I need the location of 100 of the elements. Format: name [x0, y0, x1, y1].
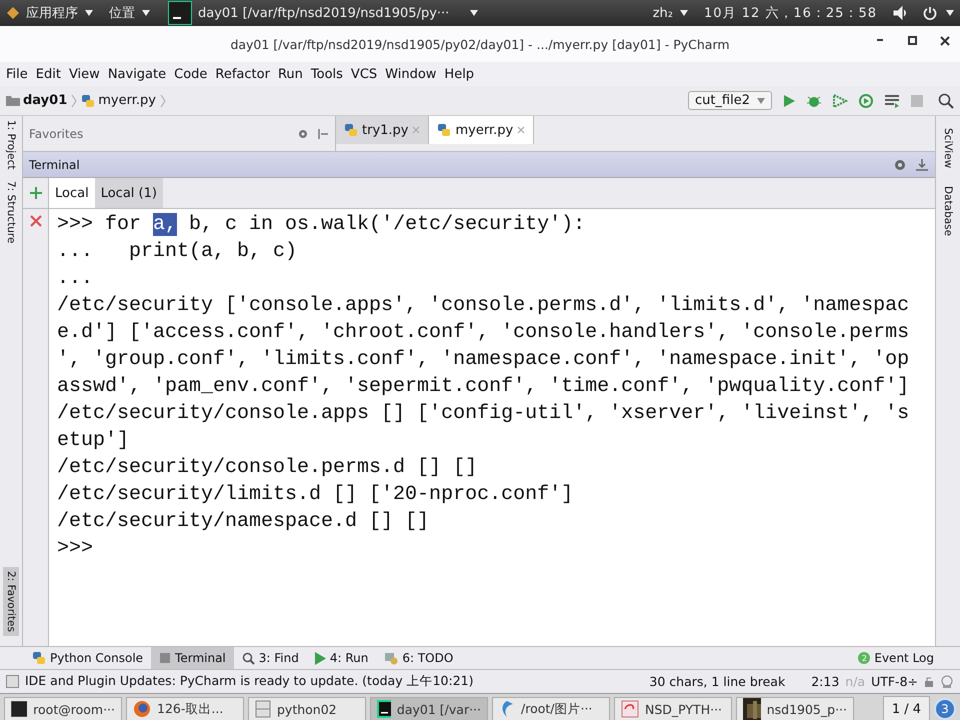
menu-item[interactable]: Navigate — [104, 66, 170, 82]
run-icon[interactable] — [782, 94, 796, 108]
tool-window-tab[interactable]: 3: Find — [234, 647, 307, 669]
menu-item[interactable]: Edit — [32, 66, 65, 82]
profile-icon[interactable] — [858, 92, 874, 108]
file-encoding[interactable]: UTF-8÷ — [871, 674, 918, 689]
menu-item[interactable]: VCS — [346, 66, 382, 82]
breadcrumb-item[interactable]: day01 — [6, 93, 68, 108]
run-configuration-dropdown[interactable]: cut_file2 — [688, 91, 772, 110]
caret-icon — [470, 10, 478, 16]
terminal-line: ', 'group.conf', 'limits.conf', 'namespace.conf', 'namespace.init', 'op — [57, 347, 910, 373]
coverage-icon[interactable] — [832, 92, 848, 108]
taskbar-item[interactable]: root@room··· — [4, 697, 122, 720]
taskbar-item[interactable]: day01 [/var··· — [370, 697, 488, 720]
favorites-title: Favorites — [29, 126, 84, 140]
close-icon[interactable] — [940, 36, 950, 46]
terminal-line: asswd', 'pam_env.conf', 'sepermit.conf', 'time.conf', 'pwquality.conf'] — [57, 374, 910, 400]
python-file-icon — [344, 123, 358, 137]
applications-menu[interactable]: 应用程序 — [26, 4, 93, 22]
tool-window-tab[interactable]: 7: Structure — [3, 177, 19, 248]
places-menu[interactable]: 位置 — [109, 4, 150, 22]
add-icon[interactable] — [30, 187, 42, 199]
tool-window-tab[interactable]: 4: Run — [306, 647, 376, 669]
browser-icon — [133, 700, 151, 718]
active-window-menu[interactable]: day01 [/var/ftp/nsd2019/nsd1905/py··· — [198, 6, 478, 20]
menu-item[interactable]: View — [64, 66, 104, 82]
terminal-line: >>> for a, b, c in os.walk('/etc/security'): — [57, 212, 586, 238]
terminal-line: >>> — [57, 536, 94, 562]
document-icon — [621, 700, 639, 718]
menu-item[interactable]: Help — [440, 66, 478, 82]
power-icon[interactable] — [923, 6, 937, 20]
menu-item[interactable]: Run — [274, 66, 307, 82]
chevron-icon — [71, 94, 78, 108]
lock-icon[interactable] — [924, 676, 934, 687]
tool-window-tab[interactable]: Database — [940, 182, 956, 240]
maximize-icon[interactable] — [908, 36, 918, 46]
menu-item[interactable]: Code — [170, 66, 212, 82]
settings-icon[interactable] — [297, 128, 309, 140]
python-file-icon — [81, 94, 96, 108]
editor-tab[interactable]: myerr.py — [429, 116, 534, 144]
input-method[interactable]: zh₂ — [652, 6, 688, 20]
clock: 10月 12 六，16：25：58 — [704, 5, 877, 22]
pycharm-icon — [377, 700, 391, 718]
volume-icon[interactable] — [893, 6, 909, 20]
menu-item[interactable]: Refactor — [211, 66, 274, 82]
taskbar-item[interactable]: python02 — [248, 697, 366, 720]
python-file-icon — [437, 123, 452, 137]
taskbar-item[interactable]: /root/图片··· — [492, 697, 610, 720]
menu-item[interactable]: Window — [381, 66, 440, 82]
breadcrumb-item[interactable]: myerr.py — [81, 93, 156, 108]
taskbar-item[interactable]: nsd1905_p··· — [736, 697, 854, 720]
editor-tab[interactable]: try1.py — [336, 116, 430, 144]
tool-window-tab[interactable]: Python Console — [24, 647, 152, 669]
tool-window-tab[interactable]: Terminal — [151, 647, 234, 669]
cursor-position[interactable]: 2:13 — [811, 674, 840, 689]
terminal-line: /etc/security/namespace.d [] [] — [57, 509, 430, 535]
event-log-button[interactable]: 2 Event Log — [858, 651, 934, 665]
taskbar-item[interactable]: 126-取出... — [126, 697, 244, 720]
inspector-icon[interactable] — [940, 674, 954, 688]
caret-icon — [142, 10, 150, 16]
play-icon — [314, 652, 326, 664]
search-icon[interactable] — [938, 92, 954, 108]
terminal-line: e.d'] ['access.conf', 'chroot.conf', 'console.handlers', 'console.perms — [57, 320, 910, 346]
apps-menu-icon — [6, 6, 20, 20]
caret-icon — [680, 10, 688, 16]
terminal-line: ... — [57, 266, 94, 292]
taskbar-item[interactable]: NSD_PYTH··· — [614, 697, 732, 720]
notification-badge[interactable]: 3 — [934, 698, 956, 720]
terminal-line: /etc/security ['console.apps', 'console.perms.d', 'limits.d', 'namespac — [57, 293, 910, 319]
status-message: IDE and Plugin Updates: PyCharm is ready to update. (today 上午10:21) — [25, 673, 474, 690]
list-icon[interactable] — [884, 94, 900, 108]
session-tab[interactable]: Local — [49, 178, 95, 208]
selection-info: 30 chars, 1 line break — [649, 674, 786, 689]
terminal-line: /etc/security/console.apps [] ['config-util', 'xserver', 'liveinst', 's — [57, 401, 910, 427]
hide-icon[interactable] — [317, 128, 329, 140]
chevron-icon — [160, 94, 166, 108]
terminal-line: /etc/security/console.perms.d [] [] — [57, 455, 478, 481]
tool-window-tab[interactable]: 2: Favorites — [3, 567, 19, 636]
status-icon[interactable] — [6, 675, 19, 688]
line-separator: n/a — [845, 674, 866, 689]
menu-item[interactable]: Tools — [306, 66, 347, 82]
search-icon — [242, 652, 255, 664]
todo-icon — [384, 652, 398, 664]
tool-window-tab[interactable]: 6: TODO — [376, 647, 462, 669]
session-tab[interactable]: Local (1) — [94, 178, 163, 208]
folder-icon — [6, 95, 20, 106]
workspace-switcher[interactable]: 1 / 4 — [882, 696, 930, 720]
terminal-line: ... print(a, b, c) — [57, 239, 298, 265]
caret-icon — [85, 10, 93, 16]
terminal-icon — [11, 701, 28, 717]
file-cabinet-icon — [255, 700, 271, 718]
menu-item[interactable]: File — [2, 66, 32, 82]
caret-icon — [946, 10, 954, 16]
tool-window-tab[interactable]: SciView — [940, 124, 956, 172]
tool-window-tab[interactable]: 1: Project — [3, 116, 19, 174]
hide-icon[interactable] — [915, 158, 929, 172]
terminal-title: Terminal — [29, 158, 80, 172]
terminal-line: etup'] — [57, 428, 130, 454]
python-file-icon — [32, 651, 46, 665]
settings-icon[interactable] — [893, 158, 907, 172]
